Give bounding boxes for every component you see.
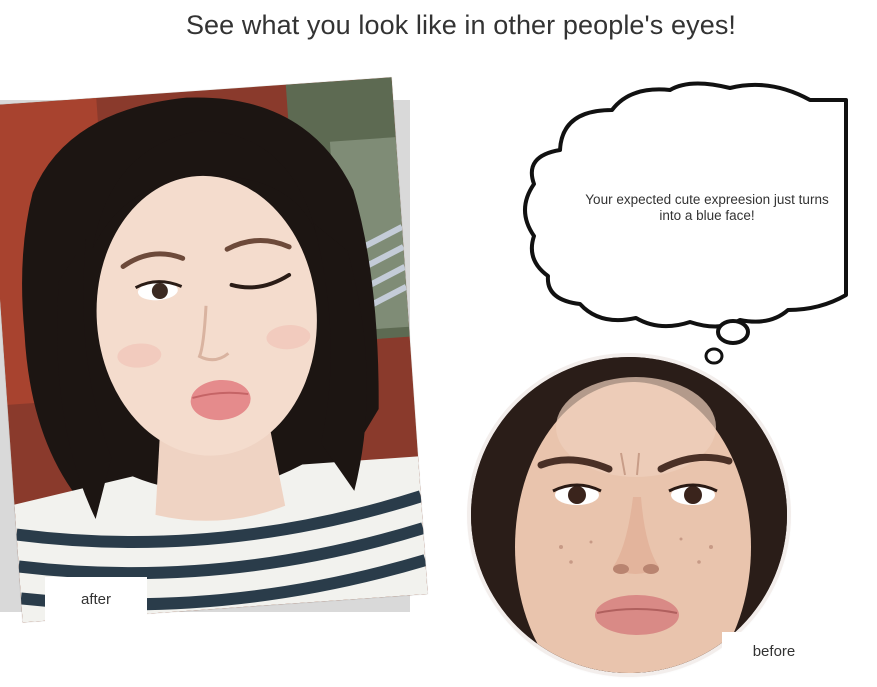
frowning-pout-portrait-photo [471,357,787,673]
after-photo [0,77,428,623]
before-photo [471,357,787,673]
winking-kiss-selfie-photo [0,77,428,623]
before-label: before [722,632,826,672]
after-label: after [45,577,147,623]
thought-bubble-text: Your expected cute expreesion just turns… [585,192,829,223]
thought-cloud-icon [523,81,848,365]
